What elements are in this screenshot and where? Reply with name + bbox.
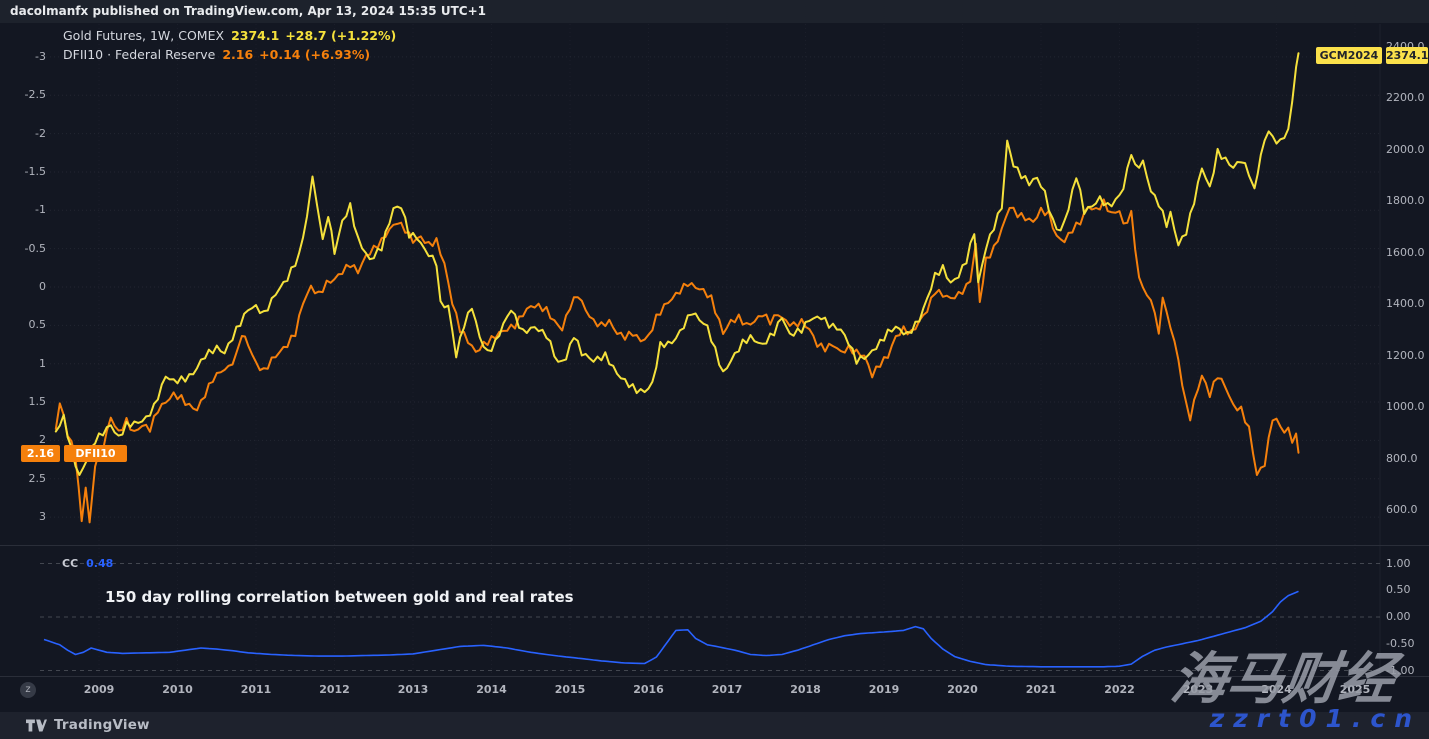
year-tick: 2022 [1102, 683, 1138, 696]
year-tick: 2010 [160, 683, 196, 696]
right-scale-tick: 1800.0 [1386, 194, 1425, 207]
cc-value: 0.48 [86, 557, 113, 570]
dfii-series-title: DFII10 · Federal Reserve [63, 47, 215, 62]
year-tick: 2016 [631, 683, 667, 696]
left-scale-tick: 3 [0, 510, 46, 523]
year-tick: 2021 [1023, 683, 1059, 696]
gold-last-value: 2374.1 [231, 28, 279, 43]
left-scale-tick: -1 [0, 203, 46, 216]
year-tick: 2011 [238, 683, 274, 696]
left-scale-tick: 1 [0, 357, 46, 370]
site-watermark: zzrt01.cn [1210, 704, 1421, 733]
tradingview-logo-icon [26, 719, 54, 732]
right-scale-tick: 0.50 [1386, 583, 1411, 596]
right-scale-tick: 1.00 [1386, 557, 1411, 570]
left-scale-tick: -3 [0, 50, 46, 63]
left-scale-tick: 2.5 [0, 472, 46, 485]
dfii-change: +0.14 (+6.93%) [259, 47, 370, 62]
year-tick: 2017 [709, 683, 745, 696]
z-logo-icon: z [20, 682, 36, 698]
left-scale-tick: 0.5 [0, 318, 46, 331]
legend-row-dfii[interactable]: DFII10 · Federal Reserve 2.16 +0.14 (+6.93… [63, 45, 396, 64]
right-scale-tick: 1200.0 [1386, 349, 1425, 362]
left-scale-tick: -0.5 [0, 242, 46, 255]
left-scale-tick: -2.5 [0, 88, 46, 101]
legend: Gold Futures, 1W, COMEX 2374.1 +28.7 (+1.2… [63, 26, 396, 64]
dfii-symbol-badge: DFII10 [64, 445, 127, 462]
published-chart-page: dacolmanfx published on TradingView.com,… [0, 0, 1429, 739]
gold-price-badge: 2374.1 [1386, 47, 1428, 64]
attribution-text: dacolmanfx published on TradingView.com,… [0, 0, 1429, 23]
correlation-legend[interactable]: CC 0.48 [62, 557, 113, 570]
right-scale-tick: 1600.0 [1386, 246, 1425, 259]
tradingview-link[interactable]: TradingView [26, 717, 150, 733]
year-tick: 2020 [945, 683, 981, 696]
left-scale-tick: 0 [0, 280, 46, 293]
year-tick: 2019 [866, 683, 902, 696]
right-scale-tick: 1000.0 [1386, 400, 1425, 413]
correlation-annotation: 150 day rolling correlation between gold… [105, 588, 574, 606]
year-tick: 2014 [474, 683, 510, 696]
right-scale-tick: 0.00 [1386, 610, 1411, 623]
gold-series-title: Gold Futures, 1W, COMEX [63, 28, 224, 43]
cc-indicator-label: CC [62, 557, 78, 570]
left-scale-tick: 1.5 [0, 395, 46, 408]
right-scale-tick: 2200.0 [1386, 91, 1425, 104]
year-tick: 2013 [395, 683, 431, 696]
dfii-price-badge: 2.16 [21, 445, 60, 462]
chart-canvas[interactable] [0, 0, 1429, 739]
cn-watermark: 海马财经 [1166, 634, 1401, 715]
right-scale-tick: 800.0 [1386, 452, 1418, 465]
year-tick: 2015 [552, 683, 588, 696]
dfii-last-value: 2.16 [222, 47, 253, 62]
year-tick: 2018 [788, 683, 824, 696]
gold-symbol-badge: GCM2024 [1316, 47, 1382, 64]
year-tick: 2009 [81, 683, 117, 696]
right-scale-tick: 2000.0 [1386, 143, 1425, 156]
legend-row-gold[interactable]: Gold Futures, 1W, COMEX 2374.1 +28.7 (+1.2… [63, 26, 396, 45]
right-scale-tick: 600.0 [1386, 503, 1418, 516]
left-scale-tick: -1.5 [0, 165, 46, 178]
gold-change: +28.7 (+1.22%) [285, 28, 396, 43]
year-tick: 2012 [317, 683, 353, 696]
left-scale-tick: -2 [0, 127, 46, 140]
tradingview-label: TradingView [54, 717, 150, 733]
right-scale-tick: 1400.0 [1386, 297, 1425, 310]
pane-divider[interactable] [0, 545, 1429, 546]
